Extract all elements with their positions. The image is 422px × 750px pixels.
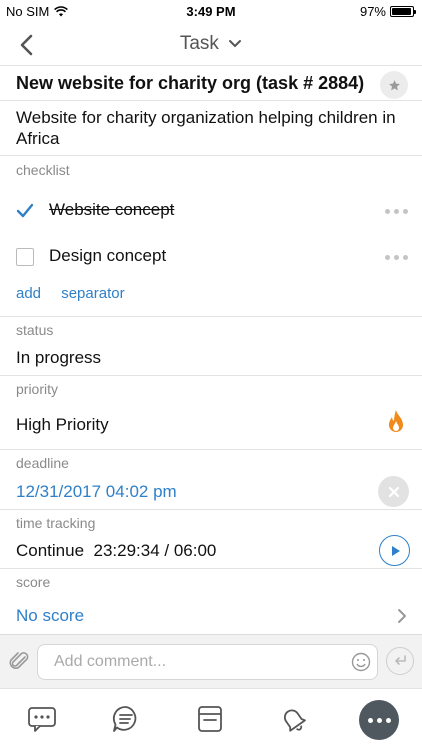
add-separator-link[interactable]: separator [61, 285, 124, 302]
tab-notes[interactable] [194, 703, 226, 735]
checkbox[interactable] [16, 248, 34, 266]
play-icon [391, 545, 400, 556]
divider [0, 375, 422, 376]
emoji-icon[interactable] [351, 652, 371, 672]
checklist-item[interactable]: Website concept [0, 193, 422, 229]
divider [0, 65, 422, 66]
return-icon [395, 655, 406, 665]
chevron-right-icon[interactable] [397, 608, 407, 624]
comment-input[interactable] [37, 644, 378, 680]
nav-bar: Task [0, 24, 422, 66]
status-bar: No SIM 3:49 PM 97% [0, 0, 422, 24]
fire-icon [389, 410, 403, 432]
score-value[interactable]: No score [16, 606, 84, 626]
add-item-link[interactable]: add [16, 285, 41, 302]
battery-level [392, 8, 412, 15]
task-description[interactable]: Website for charity organization helping… [16, 107, 408, 149]
status-value[interactable]: In progress [16, 348, 101, 368]
comment-bar [0, 634, 422, 688]
checklist-item[interactable]: Design concept [0, 239, 422, 275]
divider [0, 509, 422, 510]
bell-icon [283, 709, 306, 732]
more-horizontal-icon[interactable] [385, 209, 408, 214]
battery-group: 97% [359, 4, 416, 19]
discussion-icon [112, 706, 137, 732]
battery-percent: 97% [359, 4, 386, 19]
divider [0, 449, 422, 450]
send-comment-button[interactable] [386, 647, 414, 675]
battery-icon [390, 6, 416, 17]
tab-discussion[interactable] [110, 703, 142, 735]
score-label: score [16, 574, 51, 590]
tab-bar [0, 688, 422, 750]
more-horizontal-icon[interactable] [385, 255, 408, 260]
deadline-label: deadline [16, 455, 69, 471]
time-tracking-value[interactable]: Continue 23:29:34 / 06:00 [16, 541, 216, 561]
nav-title: Task [179, 33, 219, 54]
close-icon [388, 486, 399, 497]
chat-icon [28, 707, 56, 732]
chevron-down-icon [229, 39, 242, 48]
priority-label: priority [16, 381, 59, 397]
divider [0, 155, 422, 156]
tab-notifications[interactable] [277, 703, 309, 735]
divider [0, 316, 422, 317]
tab-chat[interactable] [26, 703, 58, 735]
checklist-label: checklist [16, 162, 70, 178]
task-title[interactable]: New website for charity org (task # 2884… [16, 73, 364, 94]
nav-title-button[interactable]: Task [0, 33, 422, 55]
star-icon [388, 79, 400, 90]
deadline-value[interactable]: 12/31/2017 04:02 pm [16, 482, 177, 502]
checklist-item-text: Design concept [49, 246, 167, 265]
divider [0, 568, 422, 569]
checkmark-icon[interactable] [16, 202, 34, 220]
paperclip-icon[interactable] [8, 649, 30, 673]
time-tracking-label: time tracking [16, 515, 96, 531]
start-timer-button[interactable] [379, 535, 410, 566]
divider [0, 100, 422, 101]
favorite-button[interactable] [380, 71, 408, 99]
priority-value[interactable]: High Priority [16, 415, 109, 435]
checklist-actions: add separator [16, 285, 141, 302]
status-label: status [16, 322, 54, 338]
notes-icon [198, 706, 222, 732]
checklist-item-text: Website concept [49, 200, 175, 219]
more-icon[interactable] [359, 700, 399, 740]
clock: 3:49 PM [186, 4, 236, 19]
clear-deadline-button[interactable] [378, 476, 409, 507]
